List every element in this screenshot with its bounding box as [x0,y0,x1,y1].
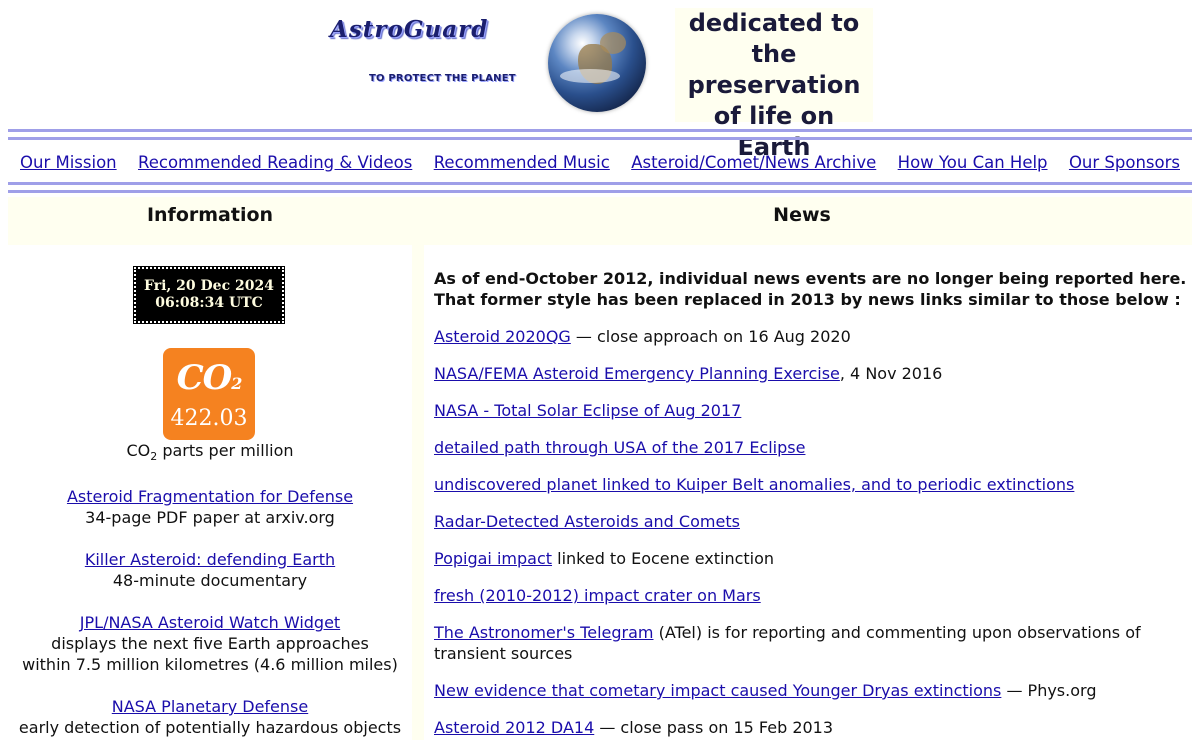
news-item: Popigai impact linked to Eocene extincti… [434,549,775,568]
column-divider [412,245,424,740]
nav-news-archive[interactable]: Asteroid/Comet/News Archive [631,153,876,172]
news-item: Asteroid 2020QG — close approach on 16 A… [434,327,851,346]
header-rule-bottom [8,137,1192,140]
nav-our-sponsors[interactable]: Our Sponsors [1069,153,1180,172]
earth-globe-image [548,14,646,112]
news-item: NASA - Total Solar Eclipse of Aug 2017 [434,400,1192,421]
news-notice: As of end-October 2012, individual news … [434,269,1187,309]
news-link[interactable]: fresh (2010-2012) impact crater on Mars [434,586,761,605]
info-link-asteroid-watch[interactable]: JPL/NASA Asteroid Watch Widget [80,613,340,632]
nav-rule-bottom [8,190,1192,193]
info-item: NASA Planetary Defense early detection o… [8,696,412,738]
utc-clock: Fri, 20 Dec 2024 06:08:34 UTC [133,266,285,324]
nav-our-mission[interactable]: Our Mission [20,153,117,172]
info-item: Asteroid Fragmentation for Defense 34-pa… [8,486,412,528]
information-heading: Information [8,197,412,245]
info-desc: displays the next five Earth approaches [51,634,369,653]
site-logo-subtitle: TO PROTECT THE PLANET [369,73,516,84]
co2-caption: CO2 parts per million [126,441,294,464]
info-link-killer-asteroid[interactable]: Killer Asteroid: defending Earth [85,550,335,569]
news-link[interactable]: Radar-Detected Asteroids and Comets [434,512,740,531]
news-item: NASA/FEMA Asteroid Emergency Planning Ex… [434,364,943,383]
news-item: Radar-Detected Asteroids and Comets [434,511,1192,532]
news-item: The Astronomer's Telegram (ATel) is for … [434,623,1141,663]
main-navigation: Our Mission Recommended Reading & Videos… [8,146,1192,178]
clock-date: Fri, 20 Dec 2024 [144,278,274,294]
co2-badge-label: CO2 [176,358,243,398]
clock-time: 06:08:34 UTC [155,295,263,311]
news-heading: News [412,197,1192,245]
news-item: New evidence that cometary impact caused… [434,681,1097,700]
info-link-planetary-defense[interactable]: NASA Planetary Defense [112,697,308,716]
news-link[interactable]: Asteroid 2020QG [434,327,571,346]
news-link[interactable]: NASA/FEMA Asteroid Emergency Planning Ex… [434,364,840,383]
site-logo-title[interactable]: AstroGuard [330,16,488,43]
news-item: undiscovered planet linked to Kuiper Bel… [434,474,1192,495]
news-link[interactable]: The Astronomer's Telegram [434,623,653,642]
news-link[interactable]: undiscovered planet linked to Kuiper Bel… [434,475,1074,494]
info-link-fragmentation[interactable]: Asteroid Fragmentation for Defense [67,487,353,506]
info-desc: 34-page PDF paper at arxiv.org [85,508,335,527]
info-item: Killer Asteroid: defending Earth 48-minu… [8,549,412,591]
news-item: Asteroid 2012 DA14 — close pass on 15 Fe… [434,718,834,737]
header-rule-top [8,129,1192,132]
news-link[interactable]: NASA - Total Solar Eclipse of Aug 2017 [434,401,741,420]
co2-value: 422.03 [170,406,248,431]
news-item: fresh (2010-2012) impact crater on Mars [434,585,1192,606]
info-desc: 48-minute documentary [112,571,308,590]
co2-badge[interactable]: CO2 422.03 [163,348,255,440]
news-link[interactable]: detailed path through USA of the 2017 Ec… [434,438,805,457]
nav-recommended-music[interactable]: Recommended Music [434,153,610,172]
news-link[interactable]: Asteroid 2012 DA14 [434,718,594,737]
info-desc: early detection of potentially hazardous… [18,718,402,737]
news-link[interactable]: New evidence that cometary impact caused… [434,681,1001,700]
news-item: detailed path through USA of the 2017 Ec… [434,437,1192,458]
news-link[interactable]: Popigai impact [434,549,552,568]
nav-rule-top [8,182,1192,185]
info-desc-2: within 7.5 million kilometres (4.6 milli… [22,655,398,674]
nav-recommended-reading[interactable]: Recommended Reading & Videos [138,153,412,172]
site-tagline: dedicated to the preservation of life on… [675,8,873,161]
nav-how-you-can-help[interactable]: How You Can Help [898,153,1048,172]
site-header: AstroGuard TO PROTECT THE PLANET dedicat… [0,0,1200,161]
info-item: JPL/NASA Asteroid Watch Widget displays … [8,612,412,675]
